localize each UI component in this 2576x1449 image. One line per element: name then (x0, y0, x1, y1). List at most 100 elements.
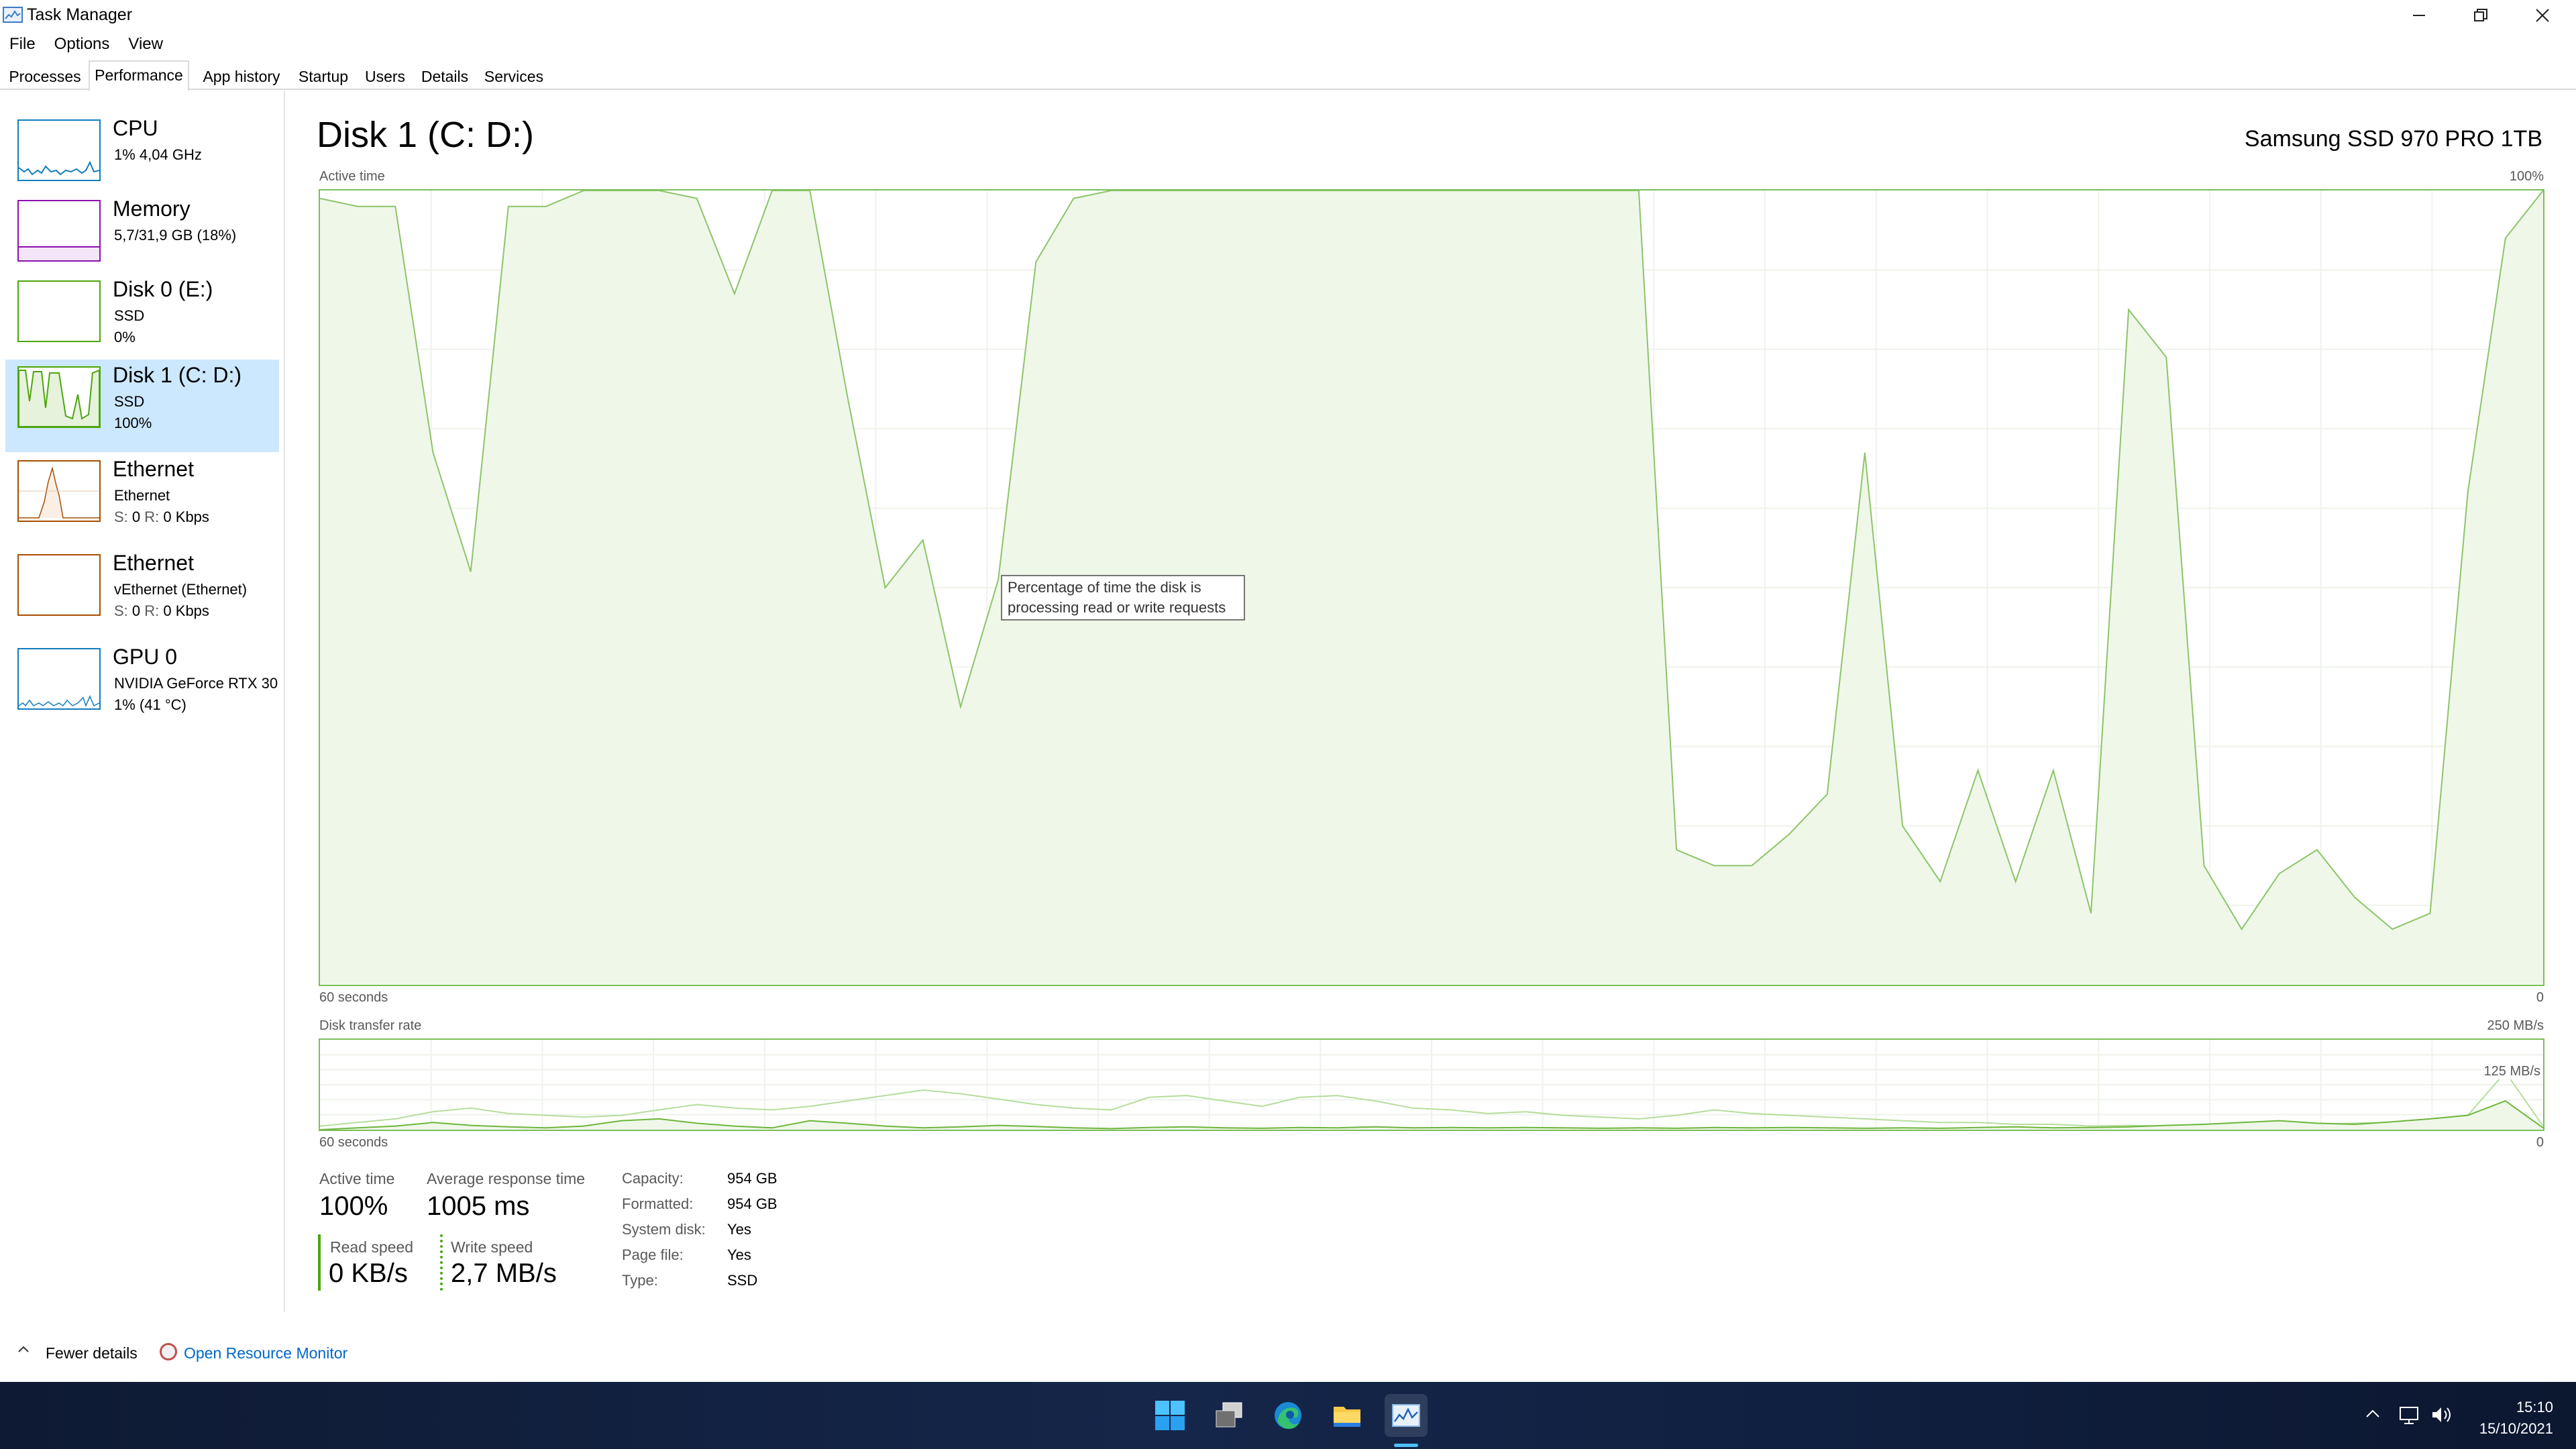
read-speed-label: Read speed (330, 1238, 414, 1256)
chevron-up-icon[interactable] (2364, 1405, 2381, 1427)
resource-gpu-0[interactable]: GPU 0 NVIDIA GeForce RTX 30 1% (41 °C) (5, 641, 279, 734)
restore-icon (2474, 9, 2487, 21)
clock-time: 15:10 (2516, 1399, 2553, 1415)
disk1-thumbnail-graph (17, 366, 101, 428)
formatted-value: 954 GB (727, 1195, 777, 1212)
resource-disk-0[interactable]: Disk 0 (E:) SSD 0% (5, 274, 279, 366)
minimize-button[interactable] (2388, 0, 2450, 31)
write-speed-label: Write speed (451, 1238, 533, 1256)
restore-button[interactable] (2450, 0, 2512, 31)
write-speed-value: 2,7 MB/s (451, 1258, 557, 1288)
window-title: Task Manager (27, 5, 133, 24)
system-disk-label: System disk: (622, 1221, 706, 1238)
gpu-thumbnail-graph (17, 648, 101, 710)
resource-adapter: Ethernet (114, 487, 170, 504)
chevron-up-icon[interactable] (16, 1342, 31, 1360)
resource-list: CPU 1% 4,04 GHz Memory 5,7/31,9 GB (18%)… (0, 91, 285, 1312)
tab-performance[interactable]: Performance (89, 60, 189, 91)
task-view-icon[interactable] (1208, 1394, 1250, 1437)
system-disk-value: Yes (727, 1221, 751, 1238)
type-value: SSD (727, 1272, 758, 1289)
tab-app-history[interactable]: App history (195, 63, 288, 90)
resource-type: SSD (114, 307, 145, 324)
transfer-rate-graph-label: Disk transfer rate (319, 1018, 422, 1033)
resource-monitor-icon (160, 1343, 177, 1360)
resource-name: Disk 0 (E:) (113, 277, 213, 301)
system-clock[interactable]: 15:10 15/10/2021 (2479, 1397, 2553, 1440)
resource-throughput: S: 0 R: 0 Kbps (114, 602, 209, 619)
active-time-graph-label: Active time (319, 169, 385, 184)
page-file-value: Yes (727, 1246, 751, 1263)
ethernet2-thumbnail-graph (17, 554, 101, 616)
tab-processes[interactable]: Processes (4, 63, 86, 90)
graph-tooltip: Percentage of time the disk is processin… (1001, 575, 1245, 621)
resource-type: SSD (114, 393, 145, 410)
open-resource-monitor-link[interactable]: Open Resource Monitor (184, 1344, 347, 1362)
tab-users[interactable]: Users (358, 63, 412, 90)
menu-bar: File Options View (0, 31, 172, 58)
resource-name: CPU (113, 116, 158, 140)
resource-usage: 100% (114, 415, 152, 431)
capacity-value: 954 GB (727, 1170, 777, 1187)
resource-disk-1[interactable]: Disk 1 (C: D:) SSD 100% (5, 360, 279, 452)
resource-memory[interactable]: Memory 5,7/31,9 GB (18%) (5, 193, 279, 286)
active-time-stat-value: 100% (319, 1191, 388, 1221)
page-file-label: Page file: (622, 1246, 684, 1263)
page-title: Disk 1 (C: D:) (317, 115, 534, 155)
clock-date: 15/10/2021 (2479, 1420, 2553, 1437)
transfer-rate-graph: 125 MB/s (319, 1038, 2544, 1131)
tab-startup[interactable]: Startup (292, 63, 354, 90)
avg-response-stat-label: Average response time (427, 1170, 586, 1187)
network-icon[interactable] (2399, 1405, 2422, 1430)
resource-model: NVIDIA GeForce RTX 30 (114, 675, 278, 692)
transfer-rate-max-label: 250 MB/s (2487, 1018, 2544, 1033)
transfer-rate-x-start-label: 60 seconds (319, 1135, 388, 1150)
disk0-thumbnail-graph (17, 280, 101, 342)
transfer-rate-x-end-label: 0 (2536, 1135, 2544, 1150)
cpu-thumbnail-graph (17, 119, 101, 181)
resource-detail: 5,7/31,9 GB (18%) (114, 227, 237, 244)
tab-details[interactable]: Details (416, 63, 474, 90)
task-manager-icon[interactable] (1385, 1394, 1428, 1437)
tab-bar: Processes Performance App history Startu… (0, 60, 2576, 91)
read-speed-value: 0 KB/s (329, 1258, 408, 1288)
edge-icon[interactable] (1267, 1394, 1309, 1437)
active-time-graph (319, 189, 2544, 986)
tab-services[interactable]: Services (478, 63, 550, 90)
formatted-label: Formatted: (622, 1195, 694, 1212)
taskbar: 15:10 15/10/2021 (0, 1382, 2576, 1449)
resource-name: GPU 0 (113, 645, 178, 669)
minimize-icon (2413, 15, 2425, 16)
fewer-details-button[interactable]: Fewer details (46, 1344, 138, 1362)
active-time-max-label: 100% (2509, 169, 2544, 184)
menu-view[interactable]: View (119, 31, 172, 58)
resource-name: Disk 1 (C: D:) (113, 363, 241, 387)
read-speed-indicator (318, 1234, 321, 1291)
resource-ethernet-1[interactable]: Ethernet Ethernet S: 0 R: 0 Kbps (5, 453, 279, 546)
resource-name: Ethernet (113, 551, 194, 575)
menu-options[interactable]: Options (45, 31, 119, 58)
task-manager-app-icon (3, 7, 23, 23)
close-icon (2536, 9, 2549, 22)
capacity-label: Capacity: (622, 1170, 684, 1187)
menu-file[interactable]: File (0, 31, 45, 58)
title-bar: Task Manager (0, 0, 2576, 31)
volume-icon[interactable] (2431, 1405, 2454, 1430)
file-explorer-icon[interactable] (1326, 1394, 1368, 1437)
transfer-rate-grid (320, 1040, 2543, 1130)
resource-throughput: S: 0 R: 0 Kbps (114, 508, 209, 525)
resource-name: Memory (113, 197, 191, 221)
active-time-stat-label: Active time (319, 1170, 395, 1187)
resource-adapter: vEthernet (Ethernet) (114, 581, 248, 598)
windows-start-icon[interactable] (1148, 1394, 1191, 1437)
write-speed-indicator (440, 1234, 443, 1291)
close-button[interactable] (2512, 0, 2573, 31)
resource-cpu[interactable]: CPU 1% 4,04 GHz (5, 113, 279, 205)
avg-response-stat-value: 1005 ms (427, 1191, 530, 1221)
resource-detail: 1% 4,04 GHz (114, 146, 202, 163)
resource-usage: 0% (114, 329, 136, 345)
resource-ethernet-2[interactable]: Ethernet vEthernet (Ethernet) S: 0 R: 0 … (5, 547, 279, 640)
active-app-indicator (1394, 1444, 1418, 1447)
ethernet1-thumbnail-graph (17, 460, 101, 522)
disk-model-name: Samsung SSD 970 PRO 1TB (2244, 126, 2542, 152)
